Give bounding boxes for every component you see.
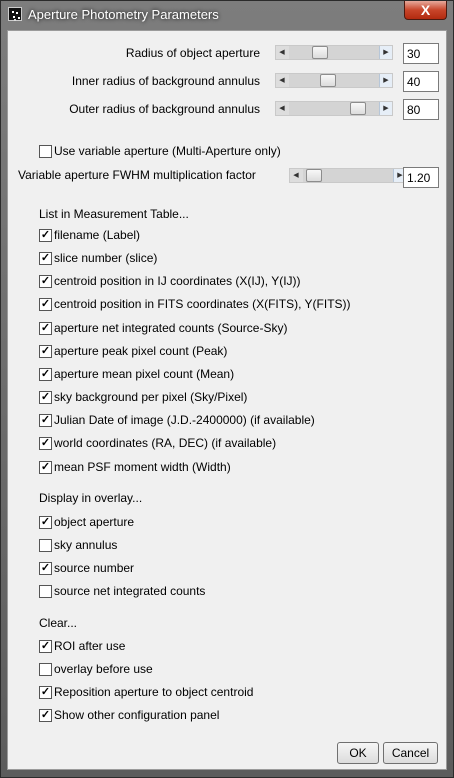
overlay-checkbox[interactable] — [39, 585, 52, 598]
clear-checkbox[interactable] — [39, 663, 52, 676]
clear-option-label: overlay before use — [54, 662, 153, 676]
overlay-option-label: object aperture — [54, 515, 135, 529]
slider-left-arrow-icon[interactable]: ◀ — [276, 102, 288, 115]
variable-aperture-checkbox[interactable] — [39, 145, 52, 158]
fwhm-factor-label: Variable aperture FWHM multiplication fa… — [18, 168, 256, 182]
measurement-checkbox[interactable]: ✓ — [39, 437, 52, 451]
outer-radius-slider[interactable]: ◀ ▶ — [275, 101, 393, 116]
measurement-checkbox[interactable]: ✓ — [39, 391, 52, 405]
measurement-option-label: mean PSF moment width (Width) — [54, 459, 231, 474]
measurement-option-label: filename (Label) — [54, 228, 141, 242]
overlay-option-label: source net integrated counts — [54, 584, 206, 598]
measurement-checkbox[interactable]: ✓ — [39, 367, 52, 381]
clear-heading: Clear... — [39, 616, 78, 630]
variable-aperture-label: Use variable aperture (Multi-Aperture on… — [54, 144, 281, 158]
measurement-checkbox[interactable]: ✓ — [39, 229, 52, 242]
slider-right-arrow-icon[interactable]: ▶ — [379, 74, 392, 87]
outer-radius-input[interactable]: 80 — [403, 99, 439, 120]
measurement-checkbox[interactable]: ✓ — [39, 275, 52, 289]
measurement-option-label: centroid position in FITS coordinates (X… — [54, 297, 351, 312]
slider-thumb[interactable] — [312, 46, 328, 59]
measurement-option-label: Julian Date of image (J.D.-2400000) (if … — [54, 413, 315, 428]
slider-right-arrow-icon[interactable]: ▶ — [379, 46, 392, 59]
object-aperture-label: Radius of object aperture — [125, 46, 260, 60]
measurement-option-label: slice number (slice) — [54, 251, 158, 266]
object-aperture-input[interactable]: 30 — [403, 43, 439, 64]
overlay-option-label: sky annulus — [54, 538, 118, 552]
slider-left-arrow-icon[interactable]: ◀ — [276, 46, 288, 59]
app-icon — [8, 7, 22, 21]
cancel-button[interactable]: Cancel — [383, 742, 438, 764]
slider-thumb[interactable] — [320, 74, 336, 87]
overlay-checkbox[interactable]: ✓ — [39, 516, 52, 529]
slider-right-arrow-icon[interactable]: ▶ — [379, 102, 392, 115]
overlay-checkbox[interactable]: ✓ — [39, 562, 52, 575]
fwhm-factor-slider[interactable]: ◀ ▶ — [289, 168, 407, 183]
outer-radius-label: Outer radius of background annulus — [69, 102, 260, 116]
measurement-option-label: aperture net integrated counts (Source-S… — [54, 320, 288, 335]
measurement-option-label: world coordinates (RA, DEC) (if availabl… — [54, 436, 277, 451]
clear-checkbox[interactable]: ✓ — [39, 686, 52, 699]
measurement-option-label: sky background per pixel (Sky/Pixel) — [54, 390, 248, 405]
dialog-content: Radius of object aperture ◀ ▶ 30 Inner r… — [7, 30, 447, 770]
measurement-checkbox[interactable]: ✓ — [39, 298, 52, 312]
window-title: Aperture Photometry Parameters — [28, 7, 219, 22]
close-button[interactable]: X — [404, 1, 447, 20]
measurement-checkbox[interactable]: ✓ — [39, 460, 52, 474]
clear-checkbox[interactable]: ✓ — [39, 640, 52, 653]
clear-option-label: Show other configuration panel — [54, 708, 220, 722]
title-bar[interactable]: Aperture Photometry Parameters X — [1, 1, 453, 29]
measurement-heading: List in Measurement Table... — [39, 207, 189, 221]
overlay-option-label: source number — [54, 561, 135, 575]
clear-option-label: ROI after use — [54, 639, 126, 653]
slider-left-arrow-icon[interactable]: ◀ — [276, 74, 288, 87]
slider-thumb[interactable] — [350, 102, 366, 115]
overlay-checkbox[interactable] — [39, 539, 52, 552]
measurement-option-label: aperture peak pixel count (Peak) — [54, 343, 228, 358]
overlay-heading: Display in overlay... — [39, 491, 143, 505]
measurement-checkbox[interactable]: ✓ — [39, 344, 52, 358]
inner-radius-input[interactable]: 40 — [403, 71, 439, 92]
measurement-checkbox[interactable]: ✓ — [39, 252, 52, 266]
inner-radius-slider[interactable]: ◀ ▶ — [275, 73, 393, 88]
measurement-option-label: centroid position in IJ coordinates (X(I… — [54, 274, 301, 289]
fwhm-factor-input[interactable]: 1.20 — [403, 167, 439, 188]
object-aperture-slider[interactable]: ◀ ▶ — [275, 45, 393, 60]
measurement-checkbox[interactable]: ✓ — [39, 414, 52, 428]
slider-thumb[interactable] — [306, 169, 322, 182]
clear-option-label: Reposition aperture to object centroid — [54, 685, 254, 699]
inner-radius-label: Inner radius of background annulus — [71, 74, 260, 88]
dialog-window: Aperture Photometry Parameters X Radius … — [0, 0, 454, 778]
measurement-option-label: aperture mean pixel count (Mean) — [54, 366, 235, 381]
measurement-checkbox[interactable]: ✓ — [39, 321, 52, 335]
ok-button[interactable]: OK — [337, 742, 379, 764]
clear-checkbox[interactable]: ✓ — [39, 709, 52, 722]
slider-left-arrow-icon[interactable]: ◀ — [290, 169, 302, 182]
